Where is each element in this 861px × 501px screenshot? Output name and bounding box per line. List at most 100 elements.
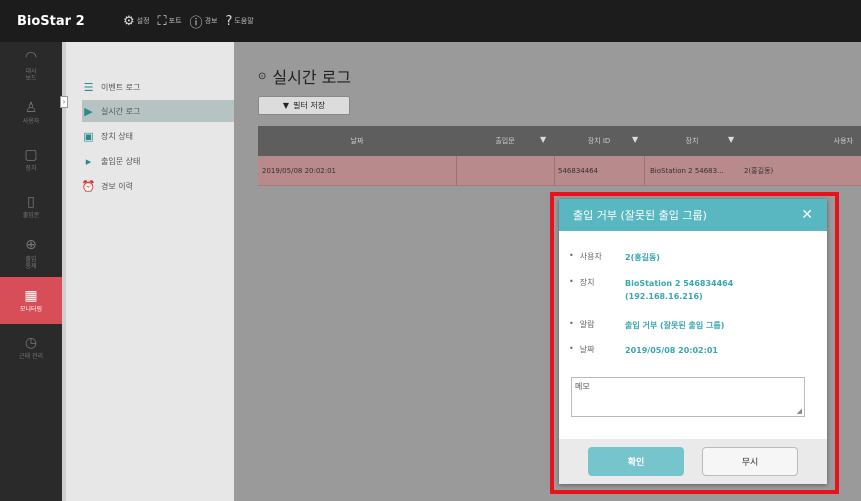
network-icon: ⛶ (157, 13, 167, 29)
memo-placeholder: 메모 (575, 382, 590, 391)
ignore-button[interactable]: 무시 (702, 447, 798, 476)
nav-label: 근태 관리 (19, 353, 43, 361)
help-label: 도움말 (234, 17, 254, 25)
submenu-label: 장치 상태 (101, 131, 133, 141)
cell-user: 2(홍길동) (744, 167, 774, 175)
nav-label: 출입 통제 (25, 255, 37, 270)
cell-device: BioStation 2 54683... (650, 167, 724, 175)
alarm-dialog: 출입 거부 (잘못된 출입 그룹) ✕ • 사용자 2(홍길동) • 장치 BioS… (559, 199, 827, 484)
alert-menu[interactable]: ⓘ 경보 (190, 12, 218, 31)
alert-icon: ⓘ (189, 15, 203, 31)
dialog-title: 출입 거부 (잘못된 출입 그룹) (573, 209, 707, 222)
nav-devices[interactable]: ▢ 장치 (0, 136, 62, 183)
collapse-toggle[interactable]: › (60, 96, 68, 108)
nav-dashboard[interactable]: ◠ 대시 보드 (0, 42, 62, 89)
resize-grip-icon[interactable]: ◢ (797, 407, 802, 415)
memo-textarea[interactable]: 메모 ◢ (571, 377, 805, 417)
list-icon: ☰ (83, 80, 94, 94)
submenu-label: 출입문 상태 (101, 156, 141, 166)
gear-icon: ⚙ (123, 13, 135, 29)
help-menu[interactable]: ? 도움말 (225, 14, 253, 29)
submenu-alarm-history[interactable]: ⏰ 경보 이력 (82, 175, 234, 197)
user-label: 사용자 (579, 252, 602, 261)
confirm-button[interactable]: 확인 (588, 447, 684, 476)
nav-label: 출입문 (22, 212, 40, 220)
page-title-text: 실시간 로그 (272, 68, 352, 87)
port-menu[interactable]: ⛶ 포트 (158, 14, 182, 29)
table-row[interactable]: 2019/05/08 20:02:01 546834464 BioStation… (258, 156, 861, 186)
cell-date: 2019/05/08 20:02:01 (262, 167, 337, 175)
device-label: 장치 (579, 278, 595, 287)
clock-icon: ◷ (24, 334, 38, 351)
access-control-icon: ⊕ (25, 236, 37, 253)
nav-monitoring[interactable]: ▦ 모니터링 (0, 277, 62, 324)
filter-icon[interactable]: ▼ (728, 135, 734, 144)
bullet: • (569, 344, 574, 353)
app-title[interactable]: BioStar 2 (17, 14, 123, 29)
cell-divider (644, 156, 645, 186)
field-device: • 장치 BioStation 2 546834464 (192.168.16.21… (569, 277, 733, 303)
field-user: • 사용자 2(홍길동) (569, 251, 660, 264)
settings-menu[interactable]: ⚙ 설정 (123, 14, 150, 29)
device-value: BioStation 2 546834464 (625, 279, 734, 288)
settings-label: 설정 (136, 17, 150, 25)
submenu-label: 경보 이력 (101, 181, 133, 191)
date-label: 날짜 (579, 345, 595, 354)
door-icon: ▯ (27, 193, 35, 210)
column-device-id[interactable]: 장치 ID (554, 126, 644, 156)
nav-label: 모니터링 (19, 306, 43, 314)
port-label: 포트 (168, 17, 182, 25)
alarm-clock-icon: ⏰ (81, 179, 96, 193)
nav-time-attendance[interactable]: ◷ 근태 관리 (0, 324, 62, 371)
submenu-event-log[interactable]: ☰ 이벤트 로그 (82, 76, 234, 98)
left-nav: ◠ 대시 보드 ♙ 사용자 ▢ 장치 ▯ 출입문 ⊕ 출입 통제 ▦ 모니터링 ◷ 근태 관리 (0, 42, 62, 501)
play-circle-icon: ⊙ (258, 70, 267, 82)
table-header: 날짜 출입문 ▼ 장치 ID ▼ 장치 ▼ 사용자 (258, 126, 861, 156)
submenu-realtime-log[interactable]: ▶ 실시간 로그 (82, 100, 234, 122)
submenu-panel: › ☰ 이벤트 로그 ▶ 실시간 로그 ▣ 장치 상태 ▸ 출입문 상태 ⏰ 경보 이력 (60, 42, 234, 501)
bullet: • (569, 277, 574, 286)
column-user[interactable]: 사용자 (740, 126, 861, 156)
nav-users[interactable]: ♙ 사용자 (0, 89, 62, 136)
nav-label: 사용자 (22, 118, 40, 126)
monitoring-icon: ▦ (24, 287, 38, 304)
dialog-header: 출입 거부 (잘못된 출입 그룹) ✕ (559, 199, 827, 231)
cell-divider (554, 156, 555, 186)
top-bar: BioStar 2 ⚙ 설정 ⛶ 포트 ⓘ 경보 ? 도움말 (0, 0, 861, 42)
close-icon[interactable]: ✕ (801, 207, 813, 223)
page-title: ⊙ 실시간 로그 (258, 64, 351, 88)
alarm-value: 출입 거부 (잘못된 출입 그룹) (625, 321, 725, 330)
submenu-device-status[interactable]: ▣ 장치 상태 (82, 125, 234, 147)
user-icon: ♙ (24, 99, 38, 116)
submenu-label: 실시간 로그 (101, 106, 141, 116)
play-icon: ▶ (84, 104, 93, 118)
submenu-label: 이벤트 로그 (101, 82, 141, 92)
filter-icon[interactable]: ▼ (540, 135, 546, 144)
device-ip: (192.168.16.216) (625, 292, 703, 301)
nav-access-control[interactable]: ⊕ 출입 통제 (0, 230, 62, 277)
help-icon: ? (225, 13, 233, 29)
cell-device-id: 546834464 (558, 167, 599, 175)
column-date[interactable]: 날짜 (258, 126, 456, 156)
submenu-divider (62, 42, 66, 501)
submenu-door-status[interactable]: ▸ 출입문 상태 (82, 150, 234, 172)
cell-divider (456, 156, 457, 186)
column-device[interactable]: 장치 (644, 126, 740, 156)
nav-label: 대시 보드 (25, 67, 37, 82)
filter-save-label: 필터 저장 (293, 101, 326, 110)
filter-icon: ▼ (282, 101, 290, 110)
device-status-icon: ▣ (83, 129, 94, 143)
filter-save-button[interactable]: ▼ 필터 저장 (258, 96, 350, 115)
nav-label: 장치 (25, 165, 37, 173)
nav-doors[interactable]: ▯ 출입문 (0, 183, 62, 230)
field-alarm: • 알람 출입 거부 (잘못된 출입 그룹) (569, 319, 724, 332)
device-icon: ▢ (24, 146, 38, 163)
alarm-label: 알람 (579, 320, 595, 329)
dialog-footer: 확인 무시 (559, 439, 827, 484)
bullet: • (569, 319, 574, 328)
alert-label: 경보 (204, 17, 218, 25)
door-status-icon: ▸ (85, 154, 92, 168)
bullet: • (569, 251, 574, 260)
filter-icon[interactable]: ▼ (632, 135, 638, 144)
top-menu: ⚙ 설정 ⛶ 포트 ⓘ 경보 ? 도움말 (123, 12, 256, 31)
